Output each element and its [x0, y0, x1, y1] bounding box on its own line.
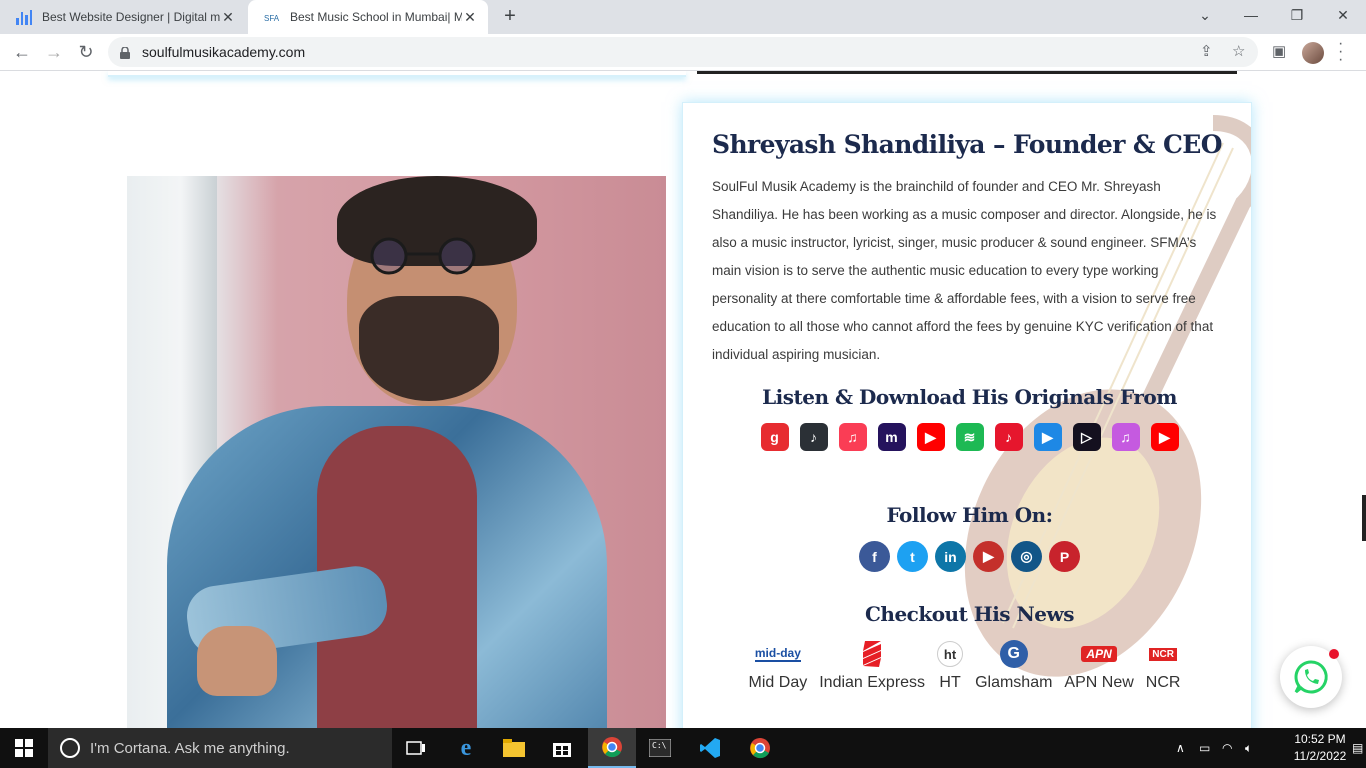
chrome-taskbar-icon[interactable] [588, 728, 636, 768]
ncr-logo: NCR [1149, 638, 1177, 670]
close-tab-icon[interactable]: ✕ [220, 9, 236, 26]
browser-tab-website-designer[interactable]: Best Website Designer | Digital m ✕ [0, 0, 246, 34]
mid-day-logo: mid-day [754, 646, 801, 662]
indian-express-logo-icon [859, 638, 885, 670]
cortana-icon [60, 738, 80, 758]
back-button[interactable]: ← [8, 38, 36, 66]
whatsapp-icon [1294, 660, 1328, 694]
linkedin-icon[interactable]: in [935, 541, 966, 572]
glamsham-logo: G [999, 638, 1028, 670]
web-page: Shreyash Shandiliya – Founder & CEO Soul… [0, 71, 1366, 728]
facebook-icon[interactable]: f [859, 541, 890, 572]
amazon-music-icon[interactable]: m [877, 423, 906, 451]
gaana-icon[interactable]: g [760, 423, 789, 451]
side-panel-icon[interactable]: ▣ [1272, 42, 1286, 60]
youtube-icon[interactable]: ▶ [1150, 423, 1179, 451]
share-icon[interactable]: ⇪ [1200, 42, 1213, 60]
apple-music-icon[interactable]: ♫ [838, 423, 867, 451]
news-link-mid-day[interactable]: mid-day Mid Day [749, 638, 808, 692]
news-heading: Checkout His News [865, 602, 1075, 626]
news-link-ht[interactable]: ht HT [937, 638, 964, 692]
file-explorer-icon[interactable] [490, 728, 538, 768]
restore-button[interactable]: ❐ [1274, 0, 1320, 30]
google-play-icon[interactable]: ▶ [1033, 423, 1062, 451]
pinterest-icon[interactable]: P [1049, 541, 1080, 572]
instagram-icon[interactable]: ◎ [1011, 541, 1042, 572]
url-text: soulfulmusikacademy.com [142, 44, 306, 60]
vscode-icon[interactable] [686, 728, 734, 768]
browser-menu-icon[interactable]: · · · [1338, 36, 1343, 68]
battery-icon[interactable]: ▭ [1199, 728, 1210, 768]
youtube-icon[interactable]: ▶ [973, 541, 1004, 572]
music-platforms-row: g ♪ ♫ m ▶ ≋ ♪ ▶ ▷ ♫ ▶ [712, 423, 1227, 451]
windows-start-button[interactable] [0, 728, 48, 768]
twitter-icon[interactable]: t [897, 541, 928, 572]
social-links-row: f t in ▶ ◎ P [712, 541, 1227, 572]
system-clock[interactable]: 10:52 PM 11/2/2022 [1290, 731, 1350, 765]
reload-button[interactable]: ↻ [72, 38, 100, 66]
lock-icon [120, 46, 130, 59]
news-link-ncr[interactable]: NCR NCR [1146, 638, 1180, 692]
cortana-placeholder: I'm Cortana. Ask me anything. [90, 739, 290, 757]
youtube-music-icon[interactable]: ▶ [916, 423, 945, 451]
profile-avatar[interactable] [1302, 42, 1324, 64]
windows-logo-icon [15, 739, 33, 757]
wifi-icon[interactable]: ◠ [1222, 728, 1232, 768]
founder-title: Shreyash Shandiliya – Founder & CEO [712, 130, 1222, 159]
browser-tab-music-school[interactable]: SFA Best Music School in Mumbai| M ✕ [248, 0, 488, 34]
scroll-indicator[interactable] [1362, 495, 1366, 541]
itunes-icon[interactable]: ♫ [1111, 423, 1140, 451]
svg-text:C:\: C:\ [652, 741, 667, 750]
address-bar[interactable]: soulfulmusikacademy.com [108, 37, 1258, 67]
previous-section-divider [697, 71, 1237, 74]
listen-heading: Listen & Download His Originals From [762, 385, 1177, 409]
task-view-icon[interactable] [392, 728, 440, 768]
news-row: mid-day Mid Day Indian Express ht HT G G… [702, 638, 1227, 692]
resso-icon[interactable]: ♪ [994, 423, 1023, 451]
volume-icon[interactable]: 🔈︎ [1245, 728, 1252, 768]
terminal-icon[interactable]: C:\ [636, 728, 684, 768]
store-icon[interactable] [538, 728, 586, 768]
bookmark-star-icon[interactable]: ☆ [1232, 42, 1245, 60]
tab-search-chevron-icon[interactable]: ⌄ [1182, 0, 1228, 30]
news-link-glamsham[interactable]: G Glamsham [975, 638, 1052, 692]
previous-card-edge [108, 71, 686, 77]
follow-heading: Follow Him On: [886, 503, 1053, 527]
ht-logo: ht [937, 638, 964, 670]
spotify-icon[interactable]: ≋ [955, 423, 984, 451]
founder-card: Shreyash Shandiliya – Founder & CEO Soul… [682, 102, 1252, 728]
cortana-search-box[interactable]: I'm Cortana. Ask me anything. [48, 728, 392, 768]
notifications-icon[interactable]: ▤ [1352, 728, 1363, 768]
tray-chevron-icon[interactable]: ∧ [1176, 728, 1185, 768]
wynk-icon[interactable]: ▷ [1072, 423, 1101, 451]
forward-button[interactable]: → [40, 38, 68, 66]
chrome-taskbar-icon-2[interactable] [736, 728, 784, 768]
apn-logo: APN [1081, 638, 1117, 670]
founder-photo [127, 176, 666, 728]
tab-title: Best Website Designer | Digital m [42, 10, 220, 24]
news-link-indian-express[interactable]: Indian Express [819, 638, 925, 692]
svg-text:SFA: SFA [264, 14, 280, 23]
jiosaavn-icon[interactable]: ♪ [799, 423, 828, 451]
browser-toolbar: ← → ↻ soulfulmusikacademy.com ⇪ ☆ ▣ · · · [0, 34, 1366, 71]
bar-chart-icon [16, 9, 32, 25]
close-window-button[interactable]: ✕ [1320, 0, 1366, 30]
minimize-button[interactable]: — [1228, 0, 1274, 30]
windows-taskbar: I'm Cortana. Ask me anything. e C:\ ∧ ▭ … [0, 728, 1366, 768]
new-tab-button[interactable]: + [498, 5, 522, 29]
news-link-apn[interactable]: APN APN New [1064, 638, 1134, 692]
edge-icon[interactable]: e [442, 728, 490, 768]
tab-title: Best Music School in Mumbai| M [290, 10, 462, 24]
tab-strip: Best Website Designer | Digital m ✕ SFA … [0, 0, 1366, 34]
academy-favicon-icon: SFA [264, 9, 280, 25]
notification-dot [1329, 649, 1339, 659]
close-tab-icon[interactable]: ✕ [462, 9, 478, 26]
founder-description: SoulFul Musik Academy is the brainchild … [712, 179, 1217, 362]
